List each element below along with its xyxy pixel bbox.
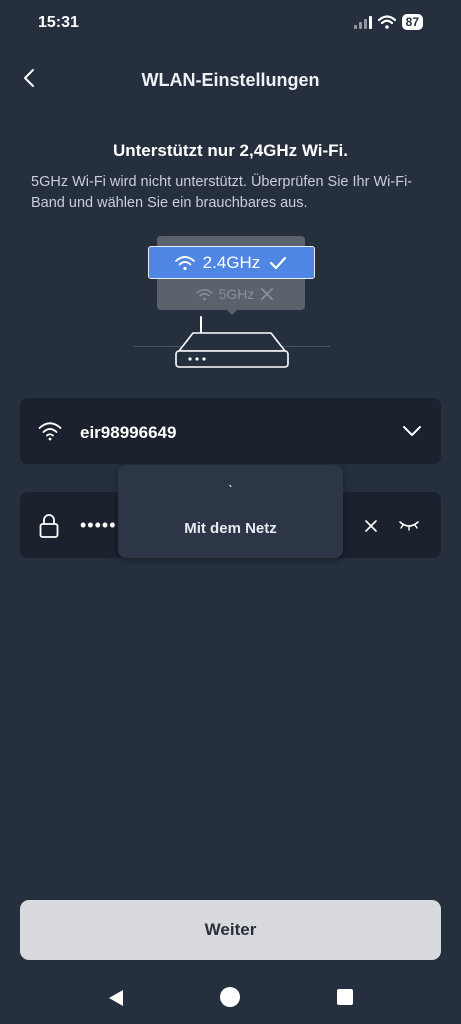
band-5ghz-badge: 5GHz [180,283,290,305]
connecting-toast [118,465,343,558]
wifi-icon [38,422,62,441]
lock-icon [39,514,59,538]
band-24ghz-badge: 2.4GHz [148,246,315,279]
status-indicators: 87 [353,14,423,30]
wifi-status-icon [377,15,396,29]
page-title: WLAN-Einstellungen [141,70,320,90]
wifi-ssid: eir98996649 [80,423,177,442]
nav-home-icon[interactable] [220,987,240,1007]
band-24ghz-label: 2.4GHz [202,252,261,272]
password-value: ••••• [80,515,117,535]
chevron-down-icon[interactable] [401,424,423,438]
clear-icon[interactable] [364,519,378,533]
nav-back-icon[interactable] [106,988,126,1008]
cross-icon [261,288,274,300]
nav-recents-icon[interactable] [337,989,353,1005]
loading-spinner-icon: ˋ [228,482,233,498]
battery-indicator: 87 [401,14,423,30]
wifi-icon [174,255,195,270]
checkmark-icon [270,256,287,269]
info-description: 5GHz Wi-Fi wird nicht unterstützt. Überp… [31,174,413,211]
wifi-icon [196,288,213,300]
info-headline: Unterstützt nur 2,4GHz Wi-Fi. [112,141,348,160]
cellular-signal-icon [353,15,372,29]
eye-closed-icon[interactable] [398,518,420,532]
toast-message: Mit dem Netz [184,520,277,537]
router-icon [175,316,289,368]
status-time: 15:31 [38,14,79,31]
band-5ghz-label: 5GHz [218,286,255,302]
next-button[interactable]: Weiter [20,900,441,960]
